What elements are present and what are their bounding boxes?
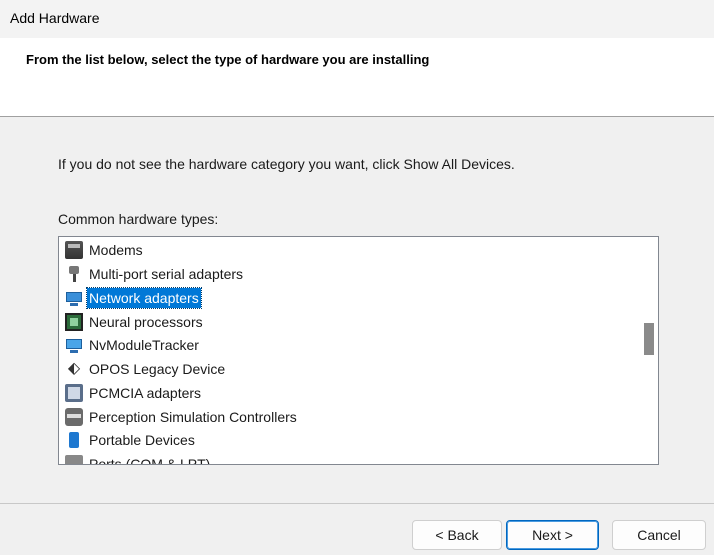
list-scrollbar[interactable]	[639, 237, 658, 464]
list-item-label: OPOS Legacy Device	[89, 361, 226, 377]
list-item-label: Network adapters	[86, 287, 202, 309]
title-bar: Add Hardware	[0, 0, 714, 38]
list-item-label: PCMCIA adapters	[89, 385, 202, 401]
list-item-label: NvModuleTracker	[89, 337, 199, 353]
modem-icon	[65, 241, 83, 259]
page-heading: From the list below, select the type of …	[26, 52, 430, 67]
list-item-modems[interactable]: Modems	[65, 239, 145, 261]
scrollbar-thumb[interactable]	[644, 323, 654, 355]
back-button[interactable]: < Back	[412, 520, 502, 550]
cancel-button[interactable]: Cancel	[612, 520, 706, 550]
network-adapter-icon	[65, 289, 83, 307]
list-item-network-adapters[interactable]: Network adapters	[65, 287, 202, 309]
serial-adapter-icon	[65, 265, 83, 283]
opos-device-icon: ⬖	[67, 360, 81, 377]
portable-device-icon	[65, 431, 83, 449]
list-item-neural-processors[interactable]: Neural processors	[65, 311, 205, 333]
hardware-list-viewport: Modems Multi-port serial adapters Networ…	[59, 237, 639, 464]
list-item-pcmcia[interactable]: PCMCIA adapters	[65, 382, 203, 404]
footer-divider	[0, 503, 714, 504]
list-item-opos-legacy[interactable]: ⬖ OPOS Legacy Device	[65, 358, 227, 380]
header-panel: From the list below, select the type of …	[0, 38, 714, 117]
list-item-label: Ports (COM & LPT)	[89, 456, 211, 464]
list-item-label: Multi-port serial adapters	[89, 266, 244, 282]
window-title: Add Hardware	[10, 10, 100, 26]
perception-controller-icon	[65, 408, 83, 426]
list-item-portable-devices[interactable]: Portable Devices	[65, 429, 197, 451]
nvmodule-icon	[65, 336, 83, 354]
list-item-label: Neural processors	[89, 314, 203, 330]
neural-processor-icon	[65, 313, 83, 331]
next-button[interactable]: Next >	[506, 520, 599, 550]
list-item-perception-simulation[interactable]: Perception Simulation Controllers	[65, 406, 299, 428]
hardware-types-list[interactable]: Modems Multi-port serial adapters Networ…	[58, 236, 659, 465]
list-item-label: Perception Simulation Controllers	[89, 409, 297, 425]
ports-icon	[65, 455, 83, 464]
list-item-multi-port-serial[interactable]: Multi-port serial adapters	[65, 263, 245, 285]
list-item-ports[interactable]: Ports (COM & LPT)	[65, 453, 212, 464]
list-item-label: Modems	[89, 242, 143, 258]
list-label: Common hardware types:	[58, 211, 219, 227]
info-text: If you do not see the hardware category …	[58, 156, 515, 172]
pcmcia-icon	[65, 384, 83, 402]
list-item-nvmoduletracker[interactable]: NvModuleTracker	[65, 334, 201, 356]
list-item-label: Portable Devices	[89, 432, 195, 448]
